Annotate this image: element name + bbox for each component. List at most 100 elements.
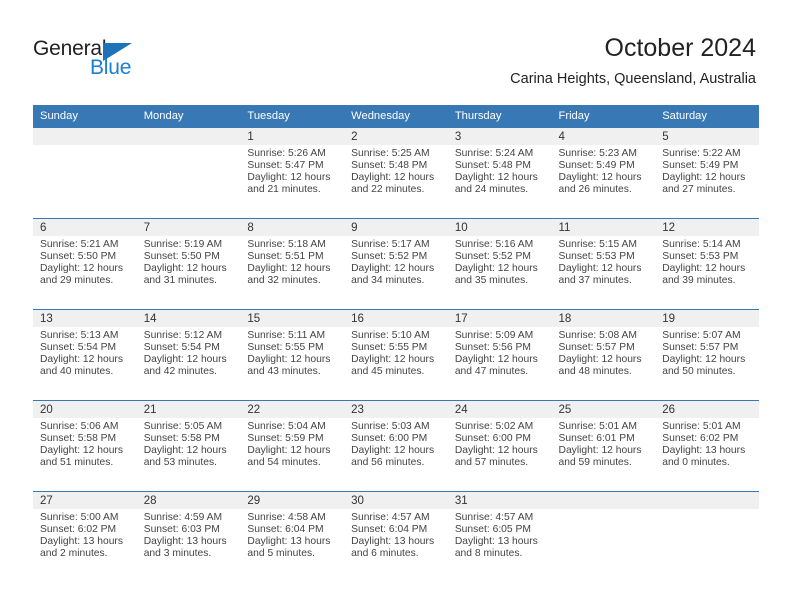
day-number: 19	[655, 310, 759, 327]
calendar-day-cell[interactable]: 13 Sunrise: 5:13 AM Sunset: 5:54 PM Dayligh…	[33, 309, 137, 401]
sunrise-sunset-calendar: Sunday Monday Tuesday Wednesday Thursday…	[33, 105, 759, 582]
calendar-day-cell[interactable]: 9 Sunrise: 5:17 AM Sunset: 5:52 PM Daylight…	[344, 218, 448, 310]
calendar-day-cell[interactable]: 1 Sunrise: 5:26 AM Sunset: 5:47 PM Daylight…	[240, 128, 345, 219]
day-number: 1	[240, 128, 345, 145]
daylight-duration-line1: Daylight: 12 hours	[351, 263, 435, 275]
day-number	[33, 128, 137, 145]
calendar-day-cell[interactable]: 18 Sunrise: 5:08 AM Sunset: 5:57 PM Dayligh…	[551, 309, 656, 401]
sunrise-time: Sunrise: 5:25 AM	[351, 148, 430, 159]
calendar-day-cell[interactable]: 24 Sunrise: 5:02 AM Sunset: 6:00 PM Dayligh…	[447, 400, 552, 492]
calendar-day-cell[interactable]: 10 Sunrise: 5:16 AM Sunset: 5:52 PM Dayligh…	[447, 218, 552, 310]
calendar-day-cell[interactable]: 6 Sunrise: 5:21 AM Sunset: 5:50 PM Daylight…	[33, 218, 137, 310]
calendar-day-cell[interactable]: 22 Sunrise: 5:04 AM Sunset: 5:59 PM Dayligh…	[240, 400, 345, 492]
sunrise-time: Sunrise: 5:11 AM	[247, 330, 326, 341]
day-number: 28	[136, 492, 241, 509]
calendar-header-row: Sunday Monday Tuesday Wednesday Thursday…	[33, 105, 759, 128]
day-cell-inner: 12 Sunrise: 5:14 AM Sunset: 5:53 PM Dayligh…	[655, 219, 759, 309]
day-number	[136, 128, 241, 145]
calendar-week-row: 6 Sunrise: 5:21 AM Sunset: 5:50 PM Daylight…	[33, 218, 759, 310]
daylight-duration-line1: Daylight: 12 hours	[40, 354, 123, 366]
calendar-day-cell[interactable]: 11 Sunrise: 5:15 AM Sunset: 5:53 PM Dayligh…	[551, 218, 656, 310]
daylight-duration-line2: and 50 minutes.	[662, 366, 736, 378]
calendar-day-cell-empty	[136, 128, 241, 219]
calendar-page: General Blue October 2024 Carina Heights…	[0, 0, 792, 612]
sunrise-time: Sunrise: 4:57 AM	[454, 512, 534, 523]
daylight-duration-line1: Daylight: 12 hours	[454, 445, 538, 457]
calendar-day-cell[interactable]: 25 Sunrise: 5:01 AM Sunset: 6:01 PM Dayligh…	[551, 400, 656, 492]
day-number: 31	[447, 492, 552, 509]
day-cell-inner: 13 Sunrise: 5:13 AM Sunset: 5:54 PM Dayligh…	[33, 310, 137, 400]
day-details	[552, 509, 656, 512]
sunrise-time: Sunrise: 5:18 AM	[247, 239, 326, 250]
day-number: 2	[344, 128, 448, 145]
day-number: 12	[655, 219, 759, 236]
sunrise-time: Sunrise: 5:19 AM	[143, 239, 223, 250]
day-details: Sunrise: 5:01 AM Sunset: 6:02 PM Daylight:…	[655, 418, 759, 469]
calendar-week-row: 1 Sunrise: 5:26 AM Sunset: 5:47 PM Daylight…	[33, 128, 759, 219]
sunset-time: Sunset: 6:01 PM	[558, 433, 635, 445]
day-number: 21	[136, 401, 241, 418]
calendar-day-cell[interactable]: 8 Sunrise: 5:18 AM Sunset: 5:51 PM Daylight…	[240, 218, 345, 310]
day-details: Sunrise: 5:09 AM Sunset: 5:56 PM Daylight:…	[448, 327, 552, 378]
calendar-day-cell[interactable]: 19 Sunrise: 5:07 AM Sunset: 5:57 PM Dayligh…	[655, 309, 759, 401]
day-details: Sunrise: 5:04 AM Sunset: 5:59 PM Daylight:…	[240, 418, 344, 469]
day-number: 14	[136, 310, 241, 327]
daylight-duration-line1: Daylight: 12 hours	[143, 263, 227, 275]
sunrise-time: Sunrise: 4:57 AM	[351, 512, 430, 523]
daylight-duration-line2: and 51 minutes.	[40, 457, 114, 469]
day-number: 30	[344, 492, 448, 509]
sunset-time: Sunset: 5:48 PM	[351, 160, 428, 172]
day-number: 8	[240, 219, 345, 236]
calendar-day-cell[interactable]: 26 Sunrise: 5:01 AM Sunset: 6:02 PM Dayligh…	[655, 400, 759, 492]
calendar-day-cell[interactable]: 29 Sunrise: 4:58 AM Sunset: 6:04 PM Dayligh…	[240, 491, 345, 582]
day-details: Sunrise: 4:57 AM Sunset: 6:04 PM Daylight:…	[344, 509, 448, 560]
calendar-day-cell[interactable]: 7 Sunrise: 5:19 AM Sunset: 5:50 PM Daylight…	[136, 218, 241, 310]
calendar-day-cell[interactable]: 31 Sunrise: 4:57 AM Sunset: 6:05 PM Dayligh…	[447, 491, 552, 582]
calendar-day-cell[interactable]: 4 Sunrise: 5:23 AM Sunset: 5:49 PM Daylight…	[551, 128, 656, 219]
day-details: Sunrise: 5:17 AM Sunset: 5:52 PM Daylight:…	[344, 236, 448, 287]
daylight-duration-line1: Daylight: 12 hours	[454, 263, 538, 275]
calendar-week-row: 13 Sunrise: 5:13 AM Sunset: 5:54 PM Dayligh…	[33, 309, 759, 401]
day-details: Sunrise: 5:23 AM Sunset: 5:49 PM Daylight:…	[552, 145, 656, 196]
daylight-duration-line2: and 35 minutes.	[454, 275, 529, 287]
daylight-duration-line2: and 48 minutes.	[558, 366, 632, 378]
day-number: 18	[551, 310, 656, 327]
day-number: 5	[655, 128, 759, 145]
day-number: 16	[344, 310, 448, 327]
daylight-duration-line2: and 22 minutes.	[351, 184, 425, 196]
calendar-day-cell[interactable]: 14 Sunrise: 5:12 AM Sunset: 5:54 PM Dayligh…	[136, 309, 241, 401]
day-number: 29	[240, 492, 345, 509]
calendar-day-cell[interactable]: 16 Sunrise: 5:10 AM Sunset: 5:55 PM Dayligh…	[344, 309, 448, 401]
calendar-day-cell[interactable]: 30 Sunrise: 4:57 AM Sunset: 6:04 PM Dayligh…	[344, 491, 448, 582]
calendar-day-cell[interactable]: 3 Sunrise: 5:24 AM Sunset: 5:48 PM Daylight…	[447, 128, 552, 219]
calendar-day-cell[interactable]: 27 Sunrise: 5:00 AM Sunset: 6:02 PM Dayligh…	[33, 491, 137, 582]
day-number: 15	[240, 310, 345, 327]
calendar-day-cell-empty	[33, 128, 137, 219]
sunset-time: Sunset: 5:53 PM	[662, 251, 739, 263]
sunrise-time: Sunrise: 5:24 AM	[454, 148, 534, 159]
day-details: Sunrise: 5:16 AM Sunset: 5:52 PM Daylight:…	[448, 236, 552, 287]
daylight-duration-line1: Daylight: 12 hours	[662, 354, 746, 366]
day-cell-inner: 3 Sunrise: 5:24 AM Sunset: 5:48 PM Daylight…	[447, 128, 552, 218]
calendar-day-cell[interactable]: 5 Sunrise: 5:22 AM Sunset: 5:49 PM Daylight…	[655, 128, 759, 219]
calendar-day-cell[interactable]: 21 Sunrise: 5:05 AM Sunset: 5:58 PM Dayligh…	[136, 400, 241, 492]
day-cell-inner: 6 Sunrise: 5:21 AM Sunset: 5:50 PM Daylight…	[33, 219, 137, 309]
sunrise-time: Sunrise: 5:16 AM	[454, 239, 534, 250]
sunrise-time: Sunrise: 5:00 AM	[40, 512, 119, 523]
calendar-day-cell[interactable]: 23 Sunrise: 5:03 AM Sunset: 6:00 PM Dayligh…	[344, 400, 448, 492]
daylight-duration-line1: Daylight: 12 hours	[662, 172, 746, 184]
day-cell-inner: 21 Sunrise: 5:05 AM Sunset: 5:58 PM Dayligh…	[136, 401, 241, 491]
daylight-duration-line2: and 24 minutes.	[454, 184, 529, 196]
day-number: 10	[447, 219, 552, 236]
calendar-day-cell[interactable]: 28 Sunrise: 4:59 AM Sunset: 6:03 PM Dayligh…	[136, 491, 241, 582]
calendar-day-cell[interactable]: 17 Sunrise: 5:09 AM Sunset: 5:56 PM Dayligh…	[447, 309, 552, 401]
day-details: Sunrise: 5:05 AM Sunset: 5:58 PM Daylight:…	[137, 418, 241, 469]
daylight-duration-line1: Daylight: 12 hours	[143, 354, 227, 366]
general-blue-logo[interactable]: General Blue	[33, 38, 163, 84]
calendar-day-cell[interactable]: 2 Sunrise: 5:25 AM Sunset: 5:48 PM Daylight…	[344, 128, 448, 219]
calendar-day-cell[interactable]: 12 Sunrise: 5:14 AM Sunset: 5:53 PM Dayligh…	[655, 218, 759, 310]
day-details: Sunrise: 5:21 AM Sunset: 5:50 PM Daylight:…	[33, 236, 137, 287]
calendar-day-cell[interactable]: 15 Sunrise: 5:11 AM Sunset: 5:55 PM Dayligh…	[240, 309, 345, 401]
day-details: Sunrise: 5:07 AM Sunset: 5:57 PM Daylight:…	[655, 327, 759, 378]
calendar-day-cell[interactable]: 20 Sunrise: 5:06 AM Sunset: 5:58 PM Dayligh…	[33, 400, 137, 492]
